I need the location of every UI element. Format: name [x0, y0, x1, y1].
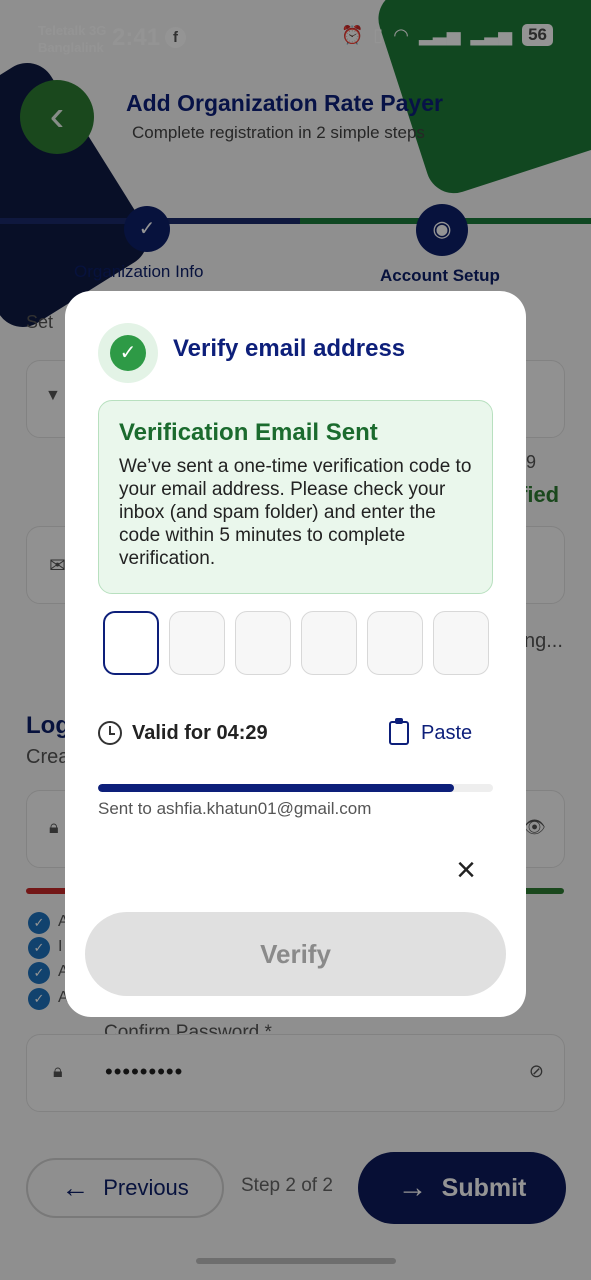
otp-digit-6[interactable] — [433, 611, 489, 675]
paste-label: Paste — [421, 721, 473, 744]
clipboard-icon — [389, 718, 409, 745]
valid-for-text: Valid for 04:29 — [132, 721, 268, 744]
otp-digit-2[interactable] — [169, 611, 225, 675]
otp-input-group — [103, 611, 489, 675]
paste-button[interactable]: Paste — [389, 718, 473, 745]
clock-icon — [98, 721, 122, 745]
close-icon[interactable]: × — [453, 853, 479, 887]
timer-progress-bar — [98, 784, 493, 792]
sent-to-email: Sent to ashfia.khatun01@gmail.com — [98, 799, 372, 818]
verified-badge: ✓ — [98, 323, 158, 383]
otp-digit-3[interactable] — [235, 611, 291, 675]
verified-check-icon: ✓ — [110, 335, 146, 371]
info-title: Verification Email Sent — [119, 419, 378, 446]
registration-screen: Teletalk 3G Banglalink 2:41 f ⏰ ▯ ◠ ▂▃▅ … — [0, 0, 591, 1280]
verification-info-box: Verification Email Sent We’ve sent a one… — [98, 400, 493, 594]
otp-digit-4[interactable] — [301, 611, 357, 675]
otp-digit-5[interactable] — [367, 611, 423, 675]
otp-digit-1[interactable] — [103, 611, 159, 675]
verify-button[interactable]: Verify — [85, 912, 506, 996]
validity-timer: Valid for 04:29 — [98, 721, 268, 745]
timer-progress-fill — [98, 784, 454, 792]
verify-email-modal: ✓ Verify email address Verification Emai… — [65, 291, 526, 1017]
modal-title: Verify email address — [173, 335, 406, 362]
info-body: We’ve sent a one-time verification code … — [119, 456, 472, 569]
